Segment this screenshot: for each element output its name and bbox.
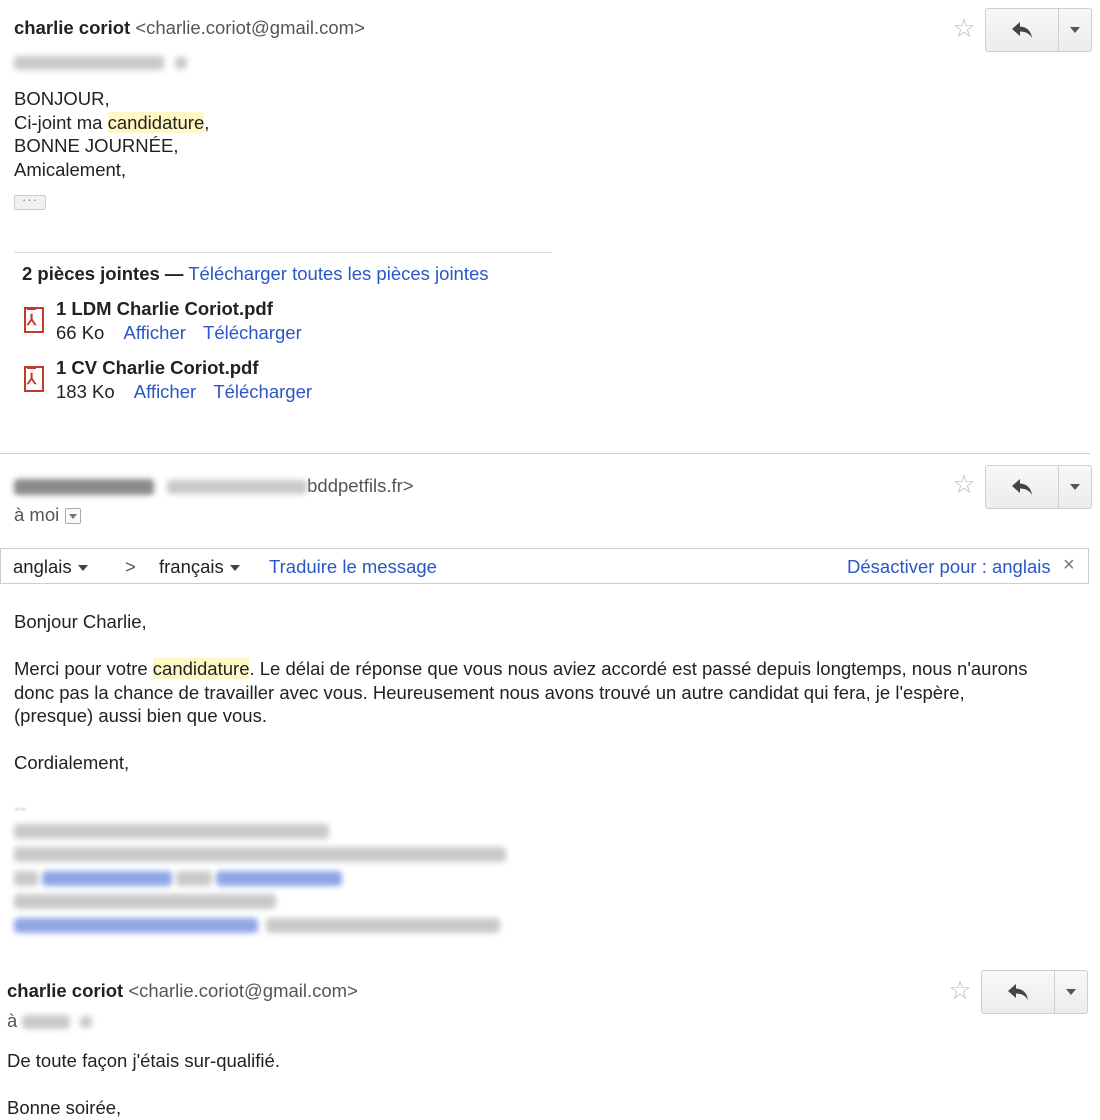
body-line: Amicalement, (14, 158, 127, 180)
show-trimmed-content-button[interactable]: ··· (14, 193, 46, 210)
attachments-header: 2 pièces jointes — Télécharger toutes le… (22, 263, 489, 285)
reply-button-group (981, 970, 1088, 1014)
more-options-button[interactable] (1059, 466, 1091, 508)
body-line: Ci-joint ma candidature, (14, 111, 210, 133)
attachment-name[interactable]: 1 LDM Charlie Coriot.pdf (56, 298, 273, 320)
message-2-body: Bonjour Charlie, Merci pour votre candid… (14, 610, 1027, 775)
source-language-select[interactable]: anglais (13, 556, 88, 578)
redacted-link (216, 871, 342, 886)
highlighted-term: candidature (107, 111, 205, 133)
disable-translation-link[interactable]: Désactiver pour : anglais (847, 556, 1051, 578)
sender-name: charlie coriot (14, 17, 131, 38)
sender-name: charlie coriot (7, 980, 124, 1001)
star-icon[interactable]: ☆ (951, 15, 977, 41)
source-language-label: anglais (13, 556, 72, 577)
more-options-button[interactable] (1059, 9, 1091, 51)
body-line: Merci pour votre candidature. Le délai d… (14, 658, 1028, 679)
redacted-link (14, 918, 258, 933)
attachment-name[interactable]: 1 CV Charlie Coriot.pdf (56, 357, 259, 379)
sender-email: <charlie.coriot@gmail.com> (135, 17, 365, 38)
reply-button-group (985, 465, 1092, 509)
greeting: Bonjour Charlie, (14, 611, 147, 632)
attachments-count: 2 pièces jointes — (22, 263, 184, 284)
reply-icon (1008, 984, 1028, 1000)
star-icon[interactable]: ☆ (947, 977, 973, 1003)
redacted-sender-name (14, 479, 154, 496)
reply-button[interactable] (982, 971, 1055, 1013)
more-options-button[interactable] (1055, 971, 1087, 1013)
chevron-down-icon (77, 565, 88, 572)
sender-email: <charlie.coriot@gmail.com> (128, 980, 358, 1001)
translate-bar: anglais > français Traduire le message D… (0, 548, 1089, 584)
recipient-prefix: à (7, 1010, 18, 1031)
download-link[interactable]: Télécharger (213, 381, 312, 402)
signature-separator: -- (14, 797, 27, 818)
redacted-caret (79, 1016, 92, 1029)
body-line: De toute façon j'étais sur-qualifié. (7, 1050, 280, 1071)
download-all-link[interactable]: Télécharger toutes les pièces jointes (188, 263, 488, 284)
divider (14, 252, 552, 253)
pdf-icon[interactable]: ⅄ (24, 366, 44, 392)
body-line: Bonne soirée, (7, 1097, 122, 1118)
reply-button-group (985, 8, 1092, 52)
chevron-down-icon (1066, 989, 1076, 995)
redacted-caret (175, 57, 188, 70)
message-1-recipient[interactable] (14, 51, 188, 73)
download-link[interactable]: Télécharger (203, 322, 302, 343)
view-link[interactable]: Afficher (124, 322, 186, 343)
attachment-meta: 66 Ko Afficher Télécharger (56, 322, 302, 344)
star-icon[interactable]: ☆ (951, 471, 977, 497)
arrow-right-icon: > (125, 556, 136, 577)
pdf-icon[interactable]: ⅄ (24, 307, 44, 333)
body-line: BONJOUR, (14, 88, 110, 109)
redacted-line (14, 894, 276, 909)
recipient-label: à moi (14, 504, 60, 525)
redacted-sender-email (167, 480, 308, 495)
closing: Cordialement, (14, 752, 130, 773)
attachment-meta: 183 Ko Afficher Télécharger (56, 381, 312, 403)
redacted-link (42, 871, 172, 886)
details-toggle-icon[interactable] (65, 508, 82, 525)
body-line: (presque) aussi bien que vous. (14, 705, 267, 726)
message-1-sender[interactable]: charlie coriot <charlie.coriot@gmail.com… (14, 17, 365, 39)
highlighted-term: candidature (152, 658, 250, 679)
message-2-recipient[interactable]: à moi (14, 504, 82, 526)
close-icon[interactable]: × (1063, 554, 1075, 577)
translate-message-link[interactable]: Traduire le message (269, 556, 437, 578)
redacted-line (14, 824, 329, 839)
redacted-recipient (22, 1015, 71, 1030)
message-separator (0, 453, 1090, 454)
reply-button[interactable] (986, 466, 1059, 508)
message-1-body: BONJOUR, Ci-joint ma candidature, BONNE … (14, 87, 209, 181)
redacted-recipient (14, 56, 164, 71)
redacted-line (176, 871, 212, 886)
chevron-down-icon (229, 565, 240, 572)
chevron-down-icon (1070, 27, 1080, 33)
redacted-line (14, 871, 38, 886)
message-3-recipient[interactable]: à (7, 1010, 92, 1032)
redacted-line (14, 847, 506, 862)
attachment-size: 183 Ko (56, 381, 115, 402)
body-line: BONNE JOURNÉE, (14, 135, 179, 156)
reply-icon (1012, 22, 1032, 38)
chevron-down-icon (1070, 484, 1080, 490)
body-line: donc pas la chance de travailler avec vo… (14, 681, 965, 703)
message-3-sender[interactable]: charlie coriot <charlie.coriot@gmail.com… (7, 980, 358, 1002)
message-3-body: De toute façon j'étais sur-qualifié. Bon… (7, 1049, 280, 1120)
reply-icon (1012, 479, 1032, 495)
sender-email-domain: bddpetfils.fr> (307, 475, 414, 496)
redacted-line (266, 918, 500, 933)
target-language-label: français (159, 556, 224, 577)
target-language-select[interactable]: français (159, 556, 240, 578)
view-link[interactable]: Afficher (134, 381, 196, 402)
message-2-sender[interactable]: bddpetfils.fr> (14, 475, 414, 497)
attachment-size: 66 Ko (56, 322, 105, 343)
reply-button[interactable] (986, 9, 1059, 51)
